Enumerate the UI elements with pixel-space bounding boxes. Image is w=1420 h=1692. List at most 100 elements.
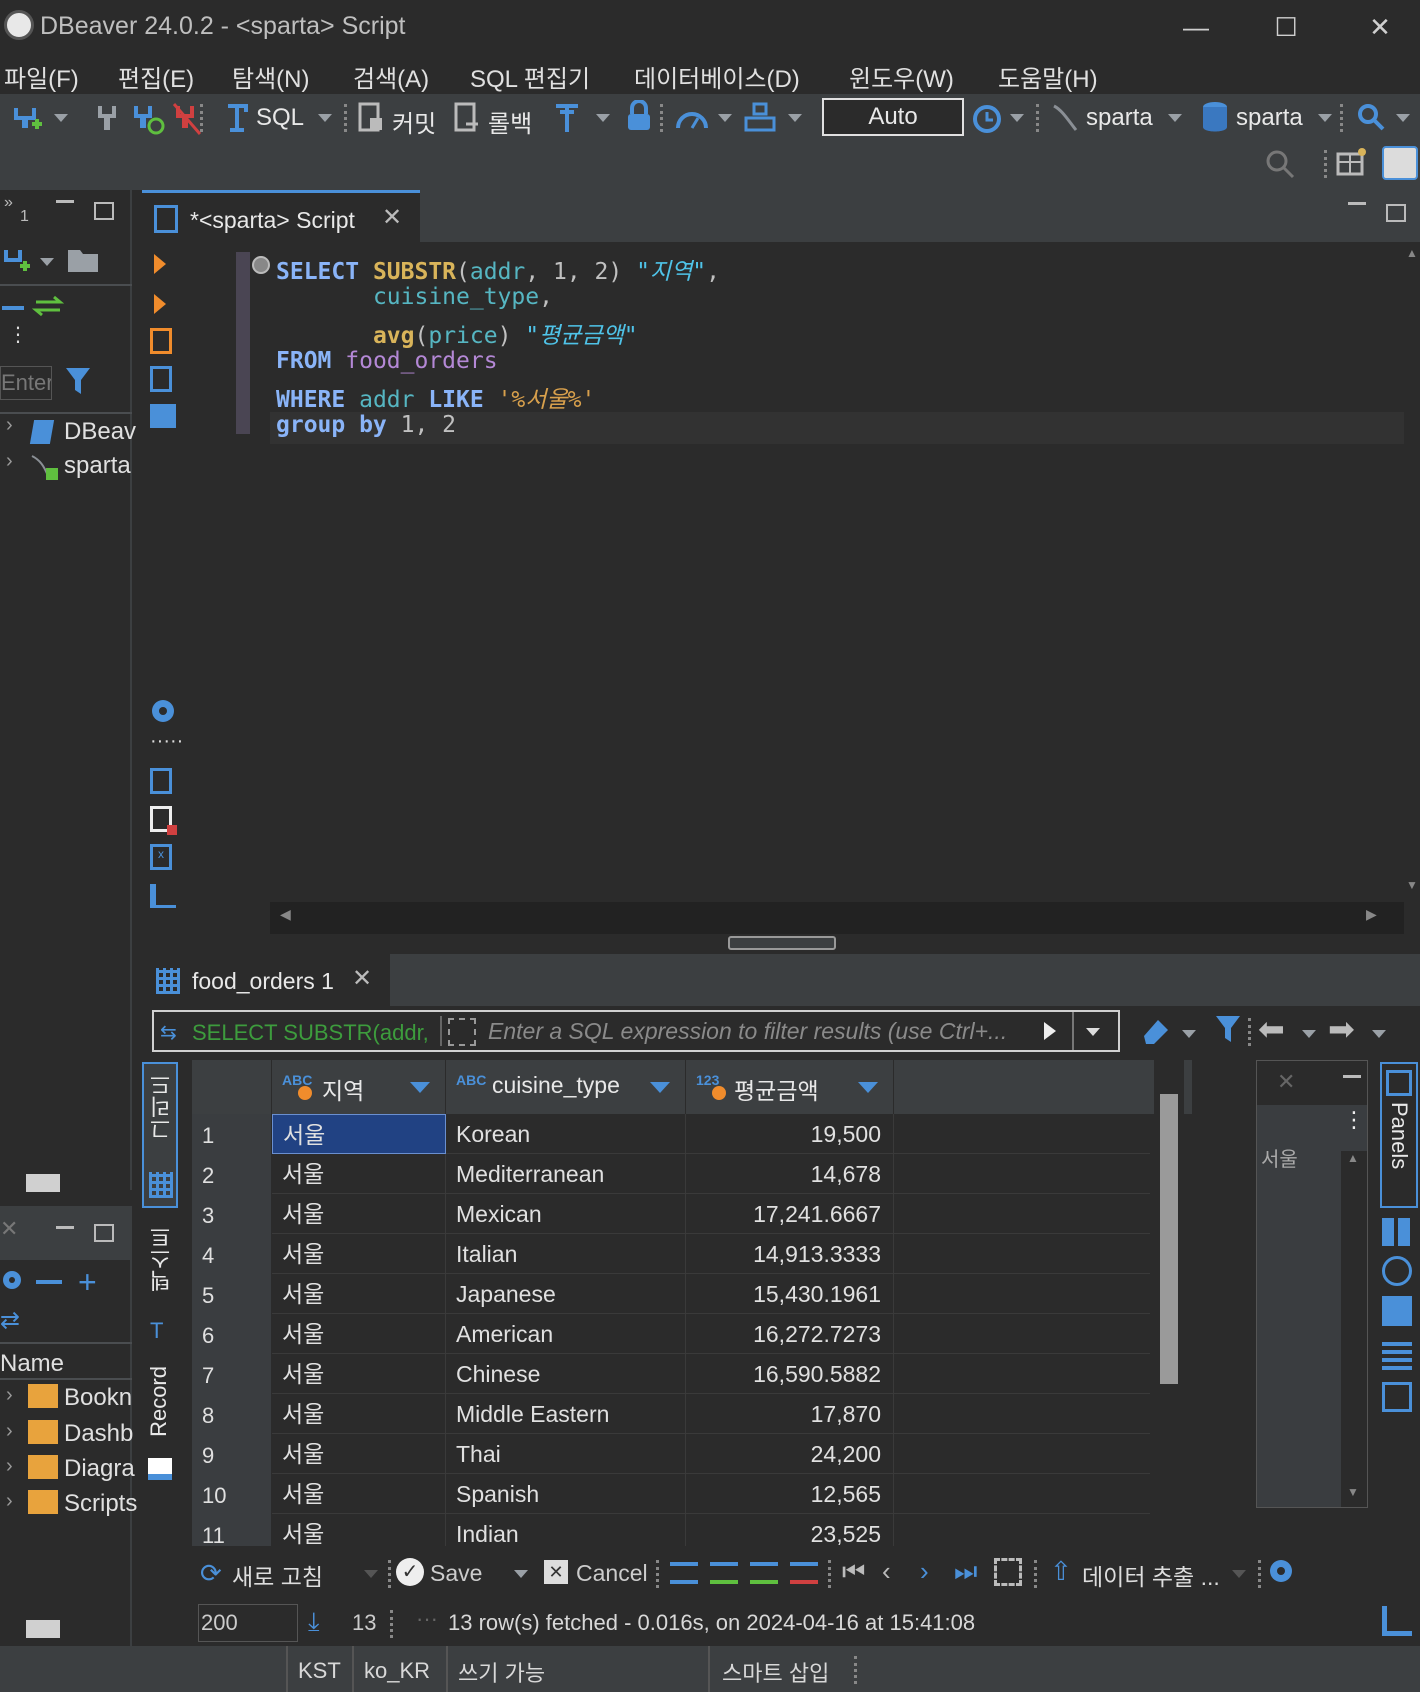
horizontal-scroll-thumb[interactable] — [26, 1174, 60, 1192]
sql-dropdown-icon[interactable] — [318, 114, 332, 122]
text-view-tab[interactable]: 텍스트 T — [142, 1222, 178, 1372]
filter-history-dropdown-icon[interactable] — [1086, 1028, 1100, 1036]
menu-database[interactable]: 데이터베이스(D) — [634, 59, 800, 94]
active-schema[interactable]: sparta — [1236, 104, 1303, 132]
perspective-icon[interactable] — [1336, 146, 1368, 178]
scroll-up-icon[interactable]: ▲ — [1347, 1151, 1359, 1165]
maximize-editor-icon[interactable] — [1386, 204, 1406, 222]
menu-help[interactable]: 도움말(H) — [998, 59, 1098, 94]
record-view-tab[interactable]: Record — [142, 1362, 178, 1522]
value-viewer-menu-icon[interactable]: ⋮ — [1343, 1107, 1365, 1133]
column-header-region[interactable]: ABC 지역 — [272, 1060, 446, 1114]
minimize-view-icon[interactable] — [56, 200, 74, 203]
code-line[interactable]: SELECT SUBSTR(addr, 1, 2) "지역", — [276, 252, 720, 286]
dashboard-dropdown-icon[interactable] — [718, 114, 732, 122]
sort-dropdown-icon[interactable] — [410, 1082, 430, 1093]
connect-icon[interactable] — [94, 102, 122, 136]
project-item-diagrams[interactable]: Diagra — [64, 1455, 135, 1483]
table-cell[interactable]: Japanese — [446, 1274, 686, 1314]
back-dropdown-icon[interactable] — [1302, 1030, 1316, 1038]
tree-expand-icon[interactable]: › — [6, 1490, 13, 1513]
row-number[interactable]: 3 — [192, 1194, 272, 1234]
table-cell[interactable]: 15,430.1961 — [686, 1274, 894, 1314]
scroll-down-icon[interactable]: ▼ — [1406, 878, 1418, 892]
copy-row-icon[interactable] — [750, 1562, 778, 1584]
tree-expand-icon[interactable]: › — [6, 1384, 13, 1407]
row-number[interactable]: 6 — [192, 1314, 272, 1354]
terminal-icon[interactable] — [150, 404, 176, 428]
rollback-label[interactable]: 롤백 — [488, 104, 532, 139]
clear-filter-eraser-icon[interactable] — [1140, 1016, 1172, 1046]
datasource-dropdown-icon[interactable] — [1168, 114, 1182, 122]
table-cell[interactable]: 19,500 — [686, 1114, 894, 1154]
dashboard-icon[interactable] — [674, 102, 710, 132]
table-cell[interactable]: 서울 — [272, 1194, 446, 1234]
close-results-tab-icon[interactable]: ✕ — [352, 964, 372, 993]
table-cell[interactable]: Chinese — [446, 1354, 686, 1394]
save-label[interactable]: Save — [430, 1560, 482, 1587]
table-cell[interactable]: 16,590.5882 — [686, 1354, 894, 1394]
table-cell[interactable]: 23,525 — [686, 1514, 894, 1546]
sort-dropdown-icon[interactable] — [650, 1082, 670, 1093]
grid-scroll-thumb[interactable] — [1160, 1094, 1178, 1384]
close-view-icon[interactable]: ✕ — [0, 1216, 18, 1242]
table-cell[interactable]: 14,913.3333 — [686, 1234, 894, 1274]
forward-dropdown-icon[interactable] — [1372, 1030, 1386, 1038]
filter-input[interactable]: Enter a SQL expression to filter results… — [488, 1018, 1008, 1045]
table-cell[interactable]: 17,870 — [686, 1394, 894, 1434]
execute-script-icon[interactable] — [150, 328, 172, 354]
row-number[interactable]: 1 — [192, 1114, 272, 1154]
commit-icon[interactable] — [356, 102, 386, 136]
table-row[interactable]: 2 서울 Mediterranean 14,678 — [192, 1154, 1150, 1194]
table-cell[interactable]: 24,200 — [686, 1434, 894, 1474]
project-settings-icon[interactable] — [0, 1268, 30, 1298]
table-panel-icon[interactable] — [1382, 1340, 1412, 1370]
table-cell[interactable]: 서울 — [272, 1234, 446, 1274]
horizontal-scrollbar[interactable] — [270, 902, 1404, 934]
refresh-dropdown-icon[interactable] — [364, 1570, 378, 1578]
outline-icon[interactable] — [150, 884, 176, 908]
table-row[interactable]: 7 서울 Chinese 16,590.5882 — [192, 1354, 1150, 1394]
link-editor-icon[interactable] — [0, 294, 70, 318]
table-cell[interactable]: 12,565 — [686, 1474, 894, 1514]
maximize-view-icon[interactable] — [94, 202, 114, 220]
transaction-mode-field[interactable]: Auto — [822, 98, 964, 136]
column-header-cuisine-type[interactable]: ABC cuisine_type — [446, 1060, 686, 1114]
table-row[interactable]: 1 서울 Korean 19,500 — [192, 1114, 1150, 1154]
row-number[interactable]: 5 — [192, 1274, 272, 1314]
save-icon[interactable]: ✓ — [396, 1558, 424, 1586]
table-row[interactable]: 9 서울 Thai 24,200 — [192, 1434, 1150, 1474]
new-connection-dropdown-icon[interactable] — [54, 114, 68, 122]
panels-toggle[interactable]: Panels — [1380, 1062, 1418, 1208]
filter-funnel-icon[interactable] — [1214, 1014, 1242, 1046]
datasource-icon[interactable] — [1050, 102, 1080, 134]
code-line[interactable]: FROM food_orders — [276, 348, 498, 374]
eraser-dropdown-icon[interactable] — [1182, 1030, 1196, 1038]
new-connection-nav-icon[interactable] — [2, 246, 32, 276]
minimize-editor-icon[interactable] — [1348, 202, 1366, 205]
horizontal-scroll-thumb[interactable] — [26, 1620, 60, 1638]
menu-window[interactable]: 윈도우(W) — [849, 59, 954, 94]
scroll-down-icon[interactable]: ▼ — [1347, 1485, 1359, 1499]
row-number[interactable]: 7 — [192, 1354, 272, 1394]
fetch-next-icon[interactable]: ⤓ — [308, 1606, 320, 1638]
menu-sql-editor[interactable]: SQL 편집기 — [470, 59, 590, 94]
previous-page-icon[interactable]: ‹ — [882, 1556, 891, 1587]
commit-label[interactable]: 커밋 — [392, 104, 436, 139]
export-script-icon[interactable] — [150, 768, 172, 794]
query-preview[interactable]: SELECT SUBSTR(addr, 1, — [192, 1020, 432, 1046]
table-cell[interactable]: Korean — [446, 1114, 686, 1154]
back-arrow-icon[interactable]: ⬅ — [1258, 1013, 1285, 1045]
transaction-dropdown-icon[interactable] — [596, 114, 610, 122]
scroll-left-icon[interactable]: ◀ — [280, 906, 291, 923]
table-cell[interactable]: 서울 — [272, 1274, 446, 1314]
table-row[interactable]: 10 서울 Spanish 12,565 — [192, 1474, 1150, 1514]
tree-expand-icon[interactable]: › — [6, 414, 13, 437]
table-cell[interactable]: 서울 — [272, 1514, 446, 1546]
more-tools-icon[interactable]: ····· — [150, 730, 183, 753]
sql-editor-icon[interactable] — [222, 102, 252, 136]
grid-vertical-scrollbar[interactable] — [1154, 1060, 1184, 1546]
search-dropdown-icon[interactable] — [1396, 114, 1410, 122]
first-page-icon[interactable]: ⏮ — [842, 1556, 865, 1588]
code-line[interactable]: group by 1, 2 — [276, 412, 456, 438]
